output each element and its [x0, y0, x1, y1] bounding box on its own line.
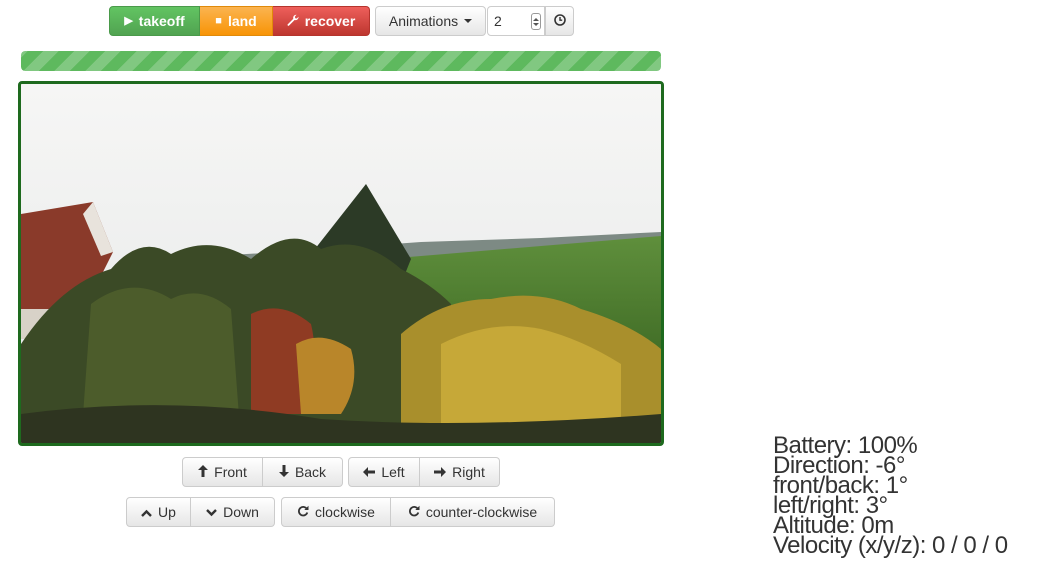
arrow-left-icon	[363, 464, 376, 480]
takeoff-button[interactable]: ▶ takeoff	[109, 6, 200, 36]
counter-clockwise-label: counter-clockwise	[425, 504, 538, 520]
right-label: Right	[452, 464, 485, 480]
play-icon: ▶	[124, 14, 133, 27]
wrench-icon	[287, 14, 299, 29]
land-label: land	[227, 13, 257, 29]
right-button[interactable]: Right	[420, 457, 500, 487]
up-label: Up	[158, 504, 176, 520]
camera-image	[21, 84, 661, 443]
takeoff-label: takeoff	[138, 13, 185, 29]
chevron-up-icon	[141, 504, 152, 520]
left-right-group: Left Right	[348, 457, 500, 487]
front-button[interactable]: Front	[182, 457, 263, 487]
altitude-rotation-row: Up Down clockwise counter-clockwise	[126, 497, 555, 527]
back-button[interactable]: Back	[263, 457, 343, 487]
animations-label: Animations	[388, 13, 459, 29]
arrow-down-icon	[278, 464, 289, 480]
back-label: Back	[294, 464, 327, 480]
movement-controls-row: Front Back Left Right	[182, 457, 500, 487]
animation-duration-input[interactable]	[488, 12, 534, 30]
clockwise-button[interactable]: clockwise	[281, 497, 391, 527]
arrow-up-icon	[198, 464, 209, 480]
stop-icon: ■	[215, 14, 222, 27]
down-label: Down	[223, 504, 259, 520]
flight-action-group: ▶ takeoff ■ land recover	[109, 6, 370, 36]
refresh-icon	[297, 504, 309, 520]
progress-fill	[21, 51, 661, 71]
duration-stepper[interactable]	[531, 13, 541, 30]
rotation-group: clockwise counter-clockwise	[281, 497, 555, 527]
animations-dropdown-button[interactable]: Animations	[375, 6, 486, 36]
front-back-group: Front Back	[182, 457, 343, 487]
counter-clockwise-button[interactable]: counter-clockwise	[391, 497, 555, 527]
recover-button[interactable]: recover	[273, 6, 370, 36]
clock-icon	[553, 13, 566, 29]
timer-button[interactable]	[545, 6, 574, 36]
caret-down-icon	[464, 19, 473, 23]
chevron-down-icon	[206, 504, 217, 520]
battery-progress-bar	[21, 51, 661, 71]
stepper-down-icon	[533, 22, 539, 26]
front-label: Front	[214, 464, 247, 480]
up-button[interactable]: Up	[126, 497, 191, 527]
refresh-icon	[408, 504, 420, 520]
left-label: Left	[381, 464, 405, 480]
left-button[interactable]: Left	[348, 457, 420, 487]
velocity-readout: Velocity (x/y/z): 0 / 0 / 0	[773, 532, 1008, 559]
camera-video-feed	[18, 81, 664, 446]
up-down-group: Up Down	[126, 497, 275, 527]
land-button[interactable]: ■ land	[200, 6, 273, 36]
recover-label: recover	[304, 13, 356, 29]
down-button[interactable]: Down	[191, 497, 275, 527]
arrow-right-icon	[434, 464, 447, 480]
clockwise-label: clockwise	[315, 504, 375, 520]
animation-duration-field	[487, 6, 545, 36]
stepper-up-icon	[533, 17, 539, 21]
telemetry-panel: Battery: 100% Direction: -6° front/back:…	[773, 434, 1008, 559]
